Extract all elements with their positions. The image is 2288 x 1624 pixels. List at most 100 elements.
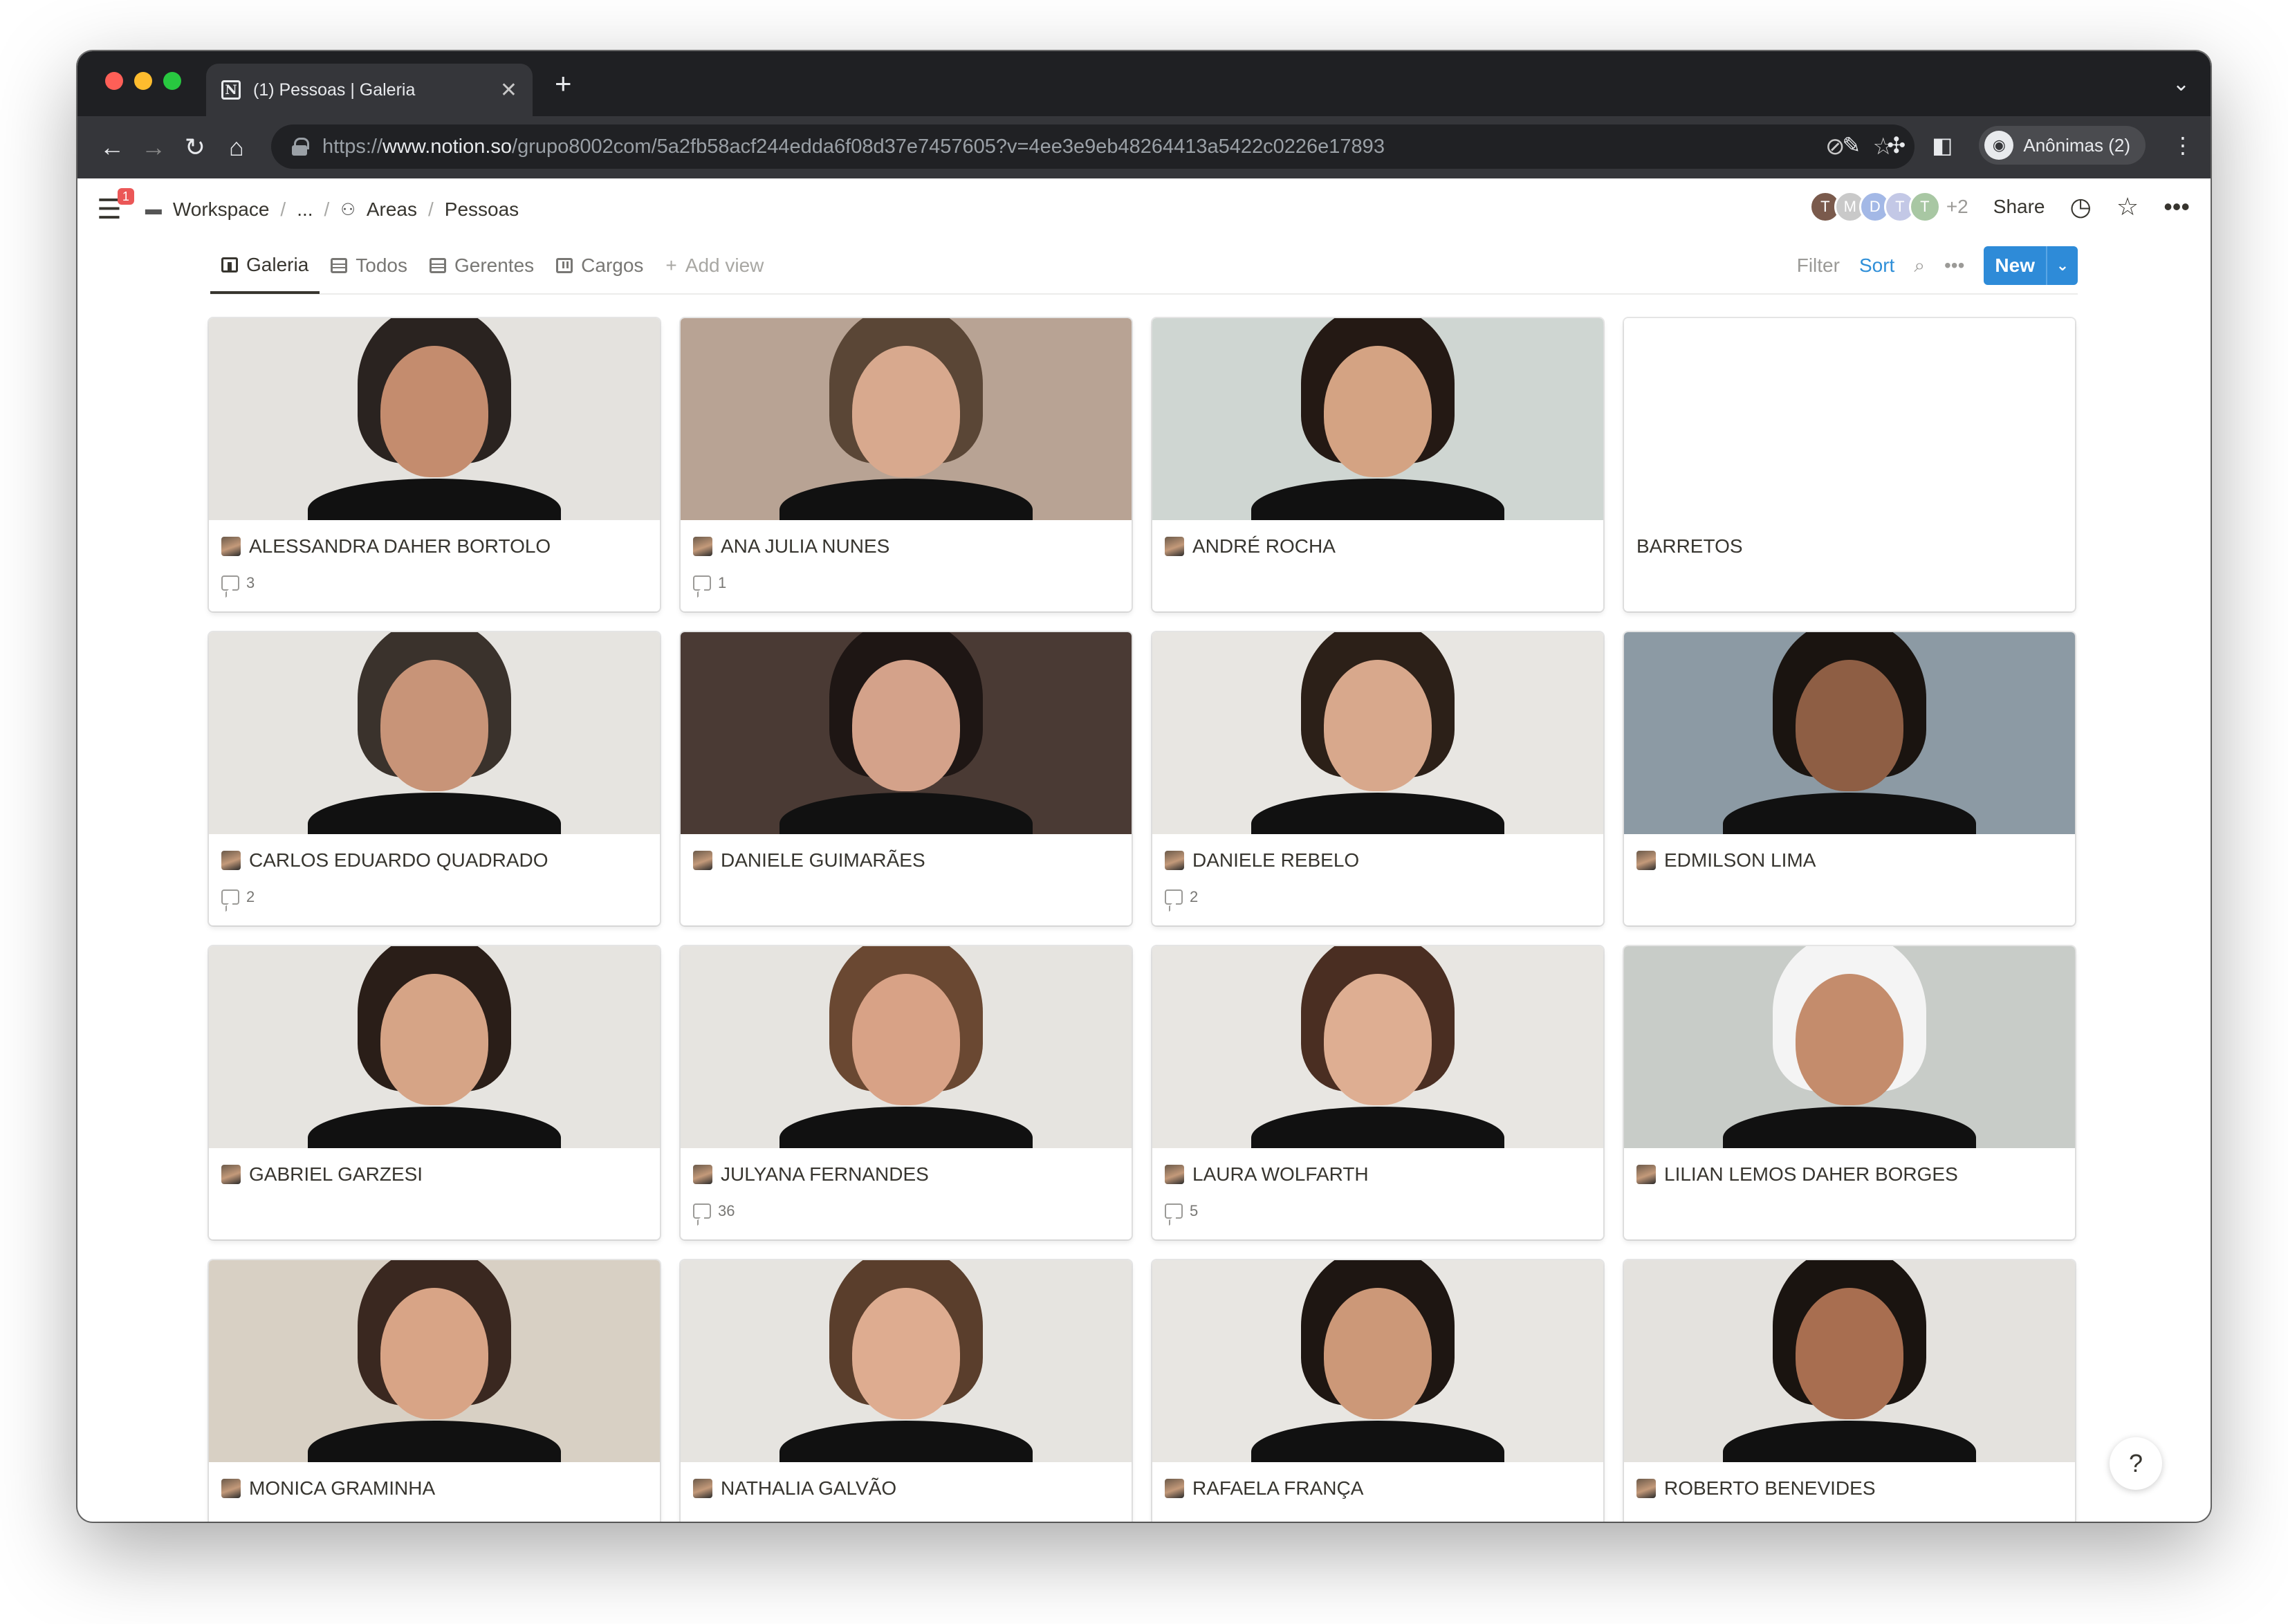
page-icon bbox=[1165, 537, 1184, 556]
photo-face bbox=[380, 1288, 489, 1419]
photo-face bbox=[1795, 1288, 1904, 1419]
page-icon bbox=[1636, 851, 1656, 870]
forward-arrow-icon[interactable]: → bbox=[133, 133, 174, 162]
add-view-button[interactable]: + Add view bbox=[654, 238, 775, 293]
browser-tab-active[interactable]: N (1) Pessoas | Galeria ✕ bbox=[206, 64, 533, 116]
card-body: ANA JULIA NUNES 1 bbox=[681, 520, 1132, 603]
reload-icon[interactable]: ↻ bbox=[174, 133, 216, 162]
breadcrumb-areas[interactable]: Areas bbox=[367, 199, 417, 221]
share-button[interactable]: Share bbox=[1993, 196, 2045, 218]
browser-menu-icon[interactable]: ⋮ bbox=[2172, 132, 2194, 158]
close-window-button[interactable] bbox=[105, 72, 123, 90]
comment-count: 5 bbox=[1165, 1202, 1591, 1220]
comment-icon bbox=[1165, 1203, 1183, 1219]
card-title[interactable]: CARLOS EDUARDO QUADRADO bbox=[221, 849, 647, 871]
filter-button[interactable]: Filter bbox=[1797, 255, 1840, 277]
gallery-grid: ALESSANDRA DAHER BORTOLO 3 ANA JULIA NUNES… bbox=[209, 318, 2079, 1522]
address-bar[interactable]: https://www.notion.so/grupo8002com/5a2fb… bbox=[271, 124, 1915, 169]
photo-face bbox=[1323, 346, 1432, 477]
gallery-card[interactable]: RAFAELA FRANÇA bbox=[1152, 1260, 1603, 1522]
card-title[interactable]: DANIELE REBELO bbox=[1165, 849, 1591, 871]
tab-todos[interactable]: Todos bbox=[320, 238, 418, 293]
card-title[interactable]: RAFAELA FRANÇA bbox=[1165, 1477, 1591, 1500]
gallery-card[interactable]: ANA JULIA NUNES 1 bbox=[681, 318, 1132, 611]
gallery-card[interactable]: ROBERTO BENEVIDES bbox=[1624, 1260, 2075, 1522]
gallery-card[interactable]: BARRETOS bbox=[1624, 318, 2075, 611]
gallery-card[interactable]: JULYANA FERNANDES 36 bbox=[681, 946, 1132, 1239]
tab-gerentes[interactable]: Gerentes bbox=[418, 238, 545, 293]
card-cover-photo bbox=[209, 318, 660, 520]
card-title[interactable]: DANIELE GUIMARÃES bbox=[693, 849, 1119, 871]
photo-shirt bbox=[1723, 1107, 1976, 1148]
minimize-window-button[interactable] bbox=[134, 72, 152, 90]
extensions-puzzle-icon[interactable]: ✣ bbox=[1887, 132, 1906, 158]
photo-face bbox=[1323, 660, 1432, 791]
card-cover-photo bbox=[681, 946, 1132, 1148]
browser-window: N (1) Pessoas | Galeria ✕ + ⌄ ← → ↻ ⌂ ht… bbox=[77, 51, 2211, 1522]
gallery-card[interactable]: EDMILSON LIMA bbox=[1624, 632, 2075, 925]
photo-shirt bbox=[1251, 1107, 1504, 1148]
card-cover-photo bbox=[209, 632, 660, 834]
board-view-icon bbox=[556, 258, 573, 273]
profile-button[interactable]: ◉ Anônimas (2) bbox=[1979, 126, 2146, 165]
card-title[interactable]: LAURA WOLFARTH bbox=[1165, 1163, 1591, 1185]
updates-clock-icon[interactable]: ◷ bbox=[2069, 192, 2091, 221]
gallery-card[interactable]: ALESSANDRA DAHER BORTOLO 3 bbox=[209, 318, 660, 611]
card-title[interactable]: JULYANA FERNANDES bbox=[693, 1163, 1119, 1185]
card-title[interactable]: GABRIEL GARZESI bbox=[221, 1163, 647, 1185]
back-arrow-icon[interactable]: ← bbox=[91, 133, 133, 162]
more-options-icon[interactable]: ••• bbox=[2164, 192, 2190, 221]
favorite-star-icon[interactable]: ☆ bbox=[2116, 192, 2139, 221]
new-button[interactable]: New ⌄ bbox=[1984, 246, 2078, 285]
workspace-icon: ▬ bbox=[145, 200, 162, 219]
gallery-card[interactable]: GABRIEL GARZESI bbox=[209, 946, 660, 1239]
close-tab-icon[interactable]: ✕ bbox=[500, 78, 517, 102]
zoom-window-button[interactable] bbox=[163, 72, 181, 90]
gallery-card[interactable]: ANDRÉ ROCHA bbox=[1152, 318, 1603, 611]
more-collaborators[interactable]: +2 bbox=[1946, 191, 1968, 223]
card-name: ANA JULIA NUNES bbox=[721, 535, 890, 557]
card-title[interactable]: ANDRÉ ROCHA bbox=[1165, 535, 1591, 557]
breadcrumb-workspace[interactable]: Workspace bbox=[173, 199, 270, 221]
comment-icon bbox=[221, 575, 239, 591]
card-title[interactable]: MONICA GRAMINHA bbox=[221, 1477, 647, 1500]
sort-button[interactable]: Sort bbox=[1859, 255, 1894, 277]
tab-galeria[interactable]: Galeria bbox=[210, 239, 320, 294]
photo-shirt bbox=[308, 479, 561, 520]
sidebar-menu-icon[interactable]: ☰ 1 bbox=[97, 188, 134, 225]
tab-search-chevron-icon[interactable]: ⌄ bbox=[2172, 72, 2190, 96]
lock-icon[interactable] bbox=[292, 138, 309, 156]
gallery-card[interactable]: NATHALIA GALVÃO bbox=[681, 1260, 1132, 1522]
card-title[interactable]: ALESSANDRA DAHER BORTOLO bbox=[221, 535, 647, 557]
chevron-down-icon[interactable]: ⌄ bbox=[2046, 246, 2078, 285]
view-tabs-bar: Galeria Todos Gerentes Cargos + Add view… bbox=[210, 238, 2078, 295]
extension-pen-icon[interactable]: ✎ bbox=[1843, 132, 1861, 158]
new-button-label[interactable]: New bbox=[1984, 246, 2046, 285]
card-title[interactable]: ANA JULIA NUNES bbox=[693, 535, 1119, 557]
collaborator-avatars[interactable]: T M D T T +2 bbox=[1809, 191, 1968, 223]
page-icon bbox=[221, 537, 241, 556]
card-body: GABRIEL GARZESI bbox=[209, 1148, 660, 1197]
avatar[interactable]: T bbox=[1908, 191, 1941, 223]
search-icon[interactable]: ⌕ bbox=[1914, 255, 1925, 277]
breadcrumb-pessoas[interactable]: Pessoas bbox=[445, 199, 519, 221]
gallery-card[interactable]: MONICA GRAMINHA bbox=[209, 1260, 660, 1522]
side-panel-icon[interactable]: ◧ bbox=[1932, 132, 1953, 158]
photo-face bbox=[1323, 974, 1432, 1105]
new-tab-button[interactable]: + bbox=[555, 69, 572, 98]
help-button[interactable]: ? bbox=[2110, 1437, 2162, 1490]
card-title[interactable]: EDMILSON LIMA bbox=[1636, 849, 2063, 871]
card-title[interactable]: BARRETOS bbox=[1636, 535, 2063, 557]
card-title[interactable]: ROBERTO BENEVIDES bbox=[1636, 1477, 2063, 1500]
home-icon[interactable]: ⌂ bbox=[216, 133, 257, 162]
card-title[interactable]: NATHALIA GALVÃO bbox=[693, 1477, 1119, 1500]
gallery-card[interactable]: DANIELE REBELO 2 bbox=[1152, 632, 1603, 925]
gallery-card[interactable]: CARLOS EDUARDO QUADRADO 2 bbox=[209, 632, 660, 925]
gallery-card[interactable]: LAURA WOLFARTH 5 bbox=[1152, 946, 1603, 1239]
view-options-icon[interactable]: ••• bbox=[1944, 255, 1964, 277]
card-title[interactable]: LILIAN LEMOS DAHER BORGES bbox=[1636, 1163, 2063, 1185]
breadcrumb-ellipsis[interactable]: ... bbox=[297, 199, 313, 221]
tab-cargos[interactable]: Cargos bbox=[545, 238, 654, 293]
gallery-card[interactable]: LILIAN LEMOS DAHER BORGES bbox=[1624, 946, 2075, 1239]
gallery-card[interactable]: DANIELE GUIMARÃES bbox=[681, 632, 1132, 925]
